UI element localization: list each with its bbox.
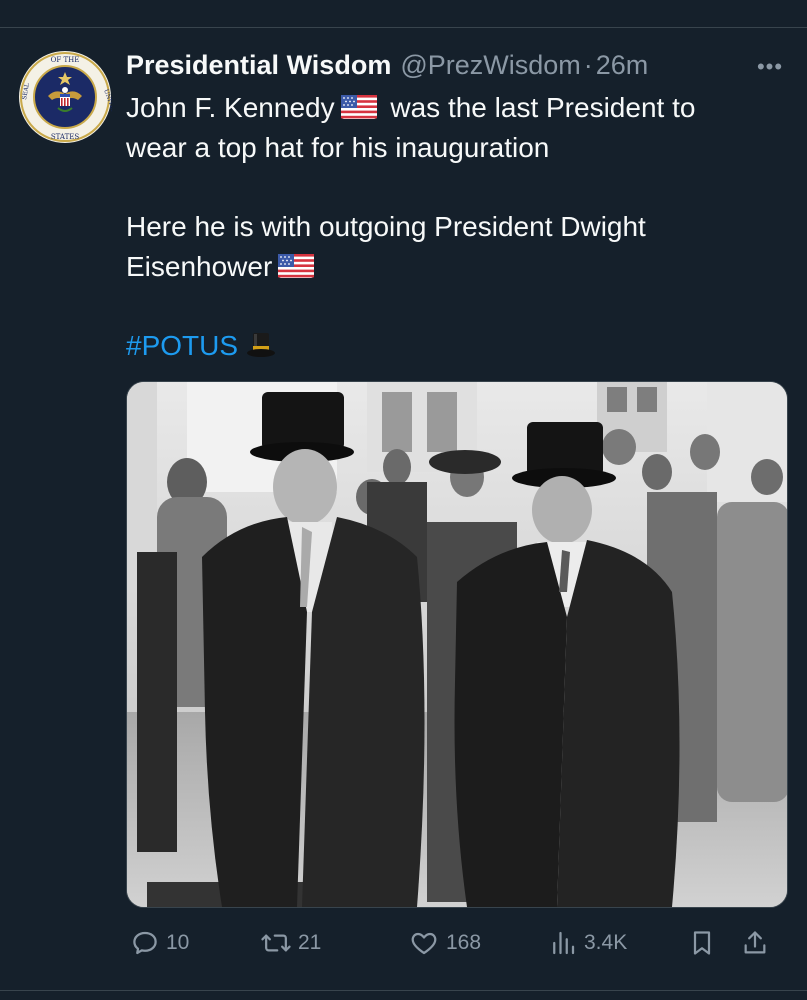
retweet-icon xyxy=(261,934,291,952)
reply-count: 10 xyxy=(166,931,190,954)
views-count: 3.4K xyxy=(584,931,628,954)
more-options-button[interactable]: ••• xyxy=(750,52,790,82)
display-name[interactable]: Presidential Wisdom xyxy=(126,50,391,81)
bottom-divider xyxy=(0,990,807,991)
tweet-text-segment: Eisenhower xyxy=(126,251,273,282)
bookmark-button[interactable] xyxy=(688,924,722,962)
reply-button[interactable]: 10 xyxy=(130,924,189,962)
svg-text:STATES: STATES xyxy=(51,133,80,141)
presidential-seal-icon: OF THE STATES SEAL UNITED xyxy=(19,51,118,143)
like-count: 168 xyxy=(446,931,482,954)
tweet-header: Presidential Wisdom @PrezWisdom · 26m xyxy=(126,50,746,84)
tweet-line-1: John F. Kennedy was the last President t… xyxy=(126,88,786,128)
reply-icon xyxy=(133,931,157,955)
separator-dot: · xyxy=(583,50,593,80)
tweet-line-4: Eisenhower xyxy=(126,247,786,287)
us-flag-icon xyxy=(278,249,315,289)
us-flag-icon xyxy=(340,90,377,130)
avatar[interactable]: OF THE STATES SEAL UNITED xyxy=(18,50,118,144)
action-bar: 10 21 168 3.4K xyxy=(126,924,788,962)
views-button[interactable]: 3.4K xyxy=(548,924,627,962)
retweet-count: 21 xyxy=(298,931,322,954)
bookmark-icon xyxy=(693,931,711,955)
tweet-line-3: Here he is with outgoing President Dwigh… xyxy=(126,211,646,242)
timestamp[interactable]: 26m xyxy=(596,50,649,81)
hashtag-link[interactable]: #POTUS xyxy=(126,330,238,361)
views-chart-icon xyxy=(553,931,575,955)
heart-icon xyxy=(411,932,437,955)
top-hat-icon xyxy=(246,330,276,370)
tweet-text-segment: John F. Kennedy xyxy=(126,92,335,123)
like-button[interactable]: 168 xyxy=(408,924,481,962)
retweet-button[interactable]: 21 xyxy=(260,924,321,962)
share-icon xyxy=(744,931,766,954)
svg-text:OF THE: OF THE xyxy=(51,56,80,64)
tweet-text-segment: was the last President to xyxy=(390,92,696,123)
user-handle[interactable]: @PrezWisdom xyxy=(400,50,580,81)
tweet-line-2: wear a top hat for his inauguration xyxy=(126,132,550,163)
tweet-image[interactable] xyxy=(126,381,788,908)
photo-illustration xyxy=(127,382,787,907)
tweet-line-hashtag: #POTUS xyxy=(126,326,786,366)
top-divider xyxy=(0,27,807,28)
share-button[interactable] xyxy=(741,924,775,962)
tweet-text: John F. Kennedy was the last President t… xyxy=(126,88,786,366)
